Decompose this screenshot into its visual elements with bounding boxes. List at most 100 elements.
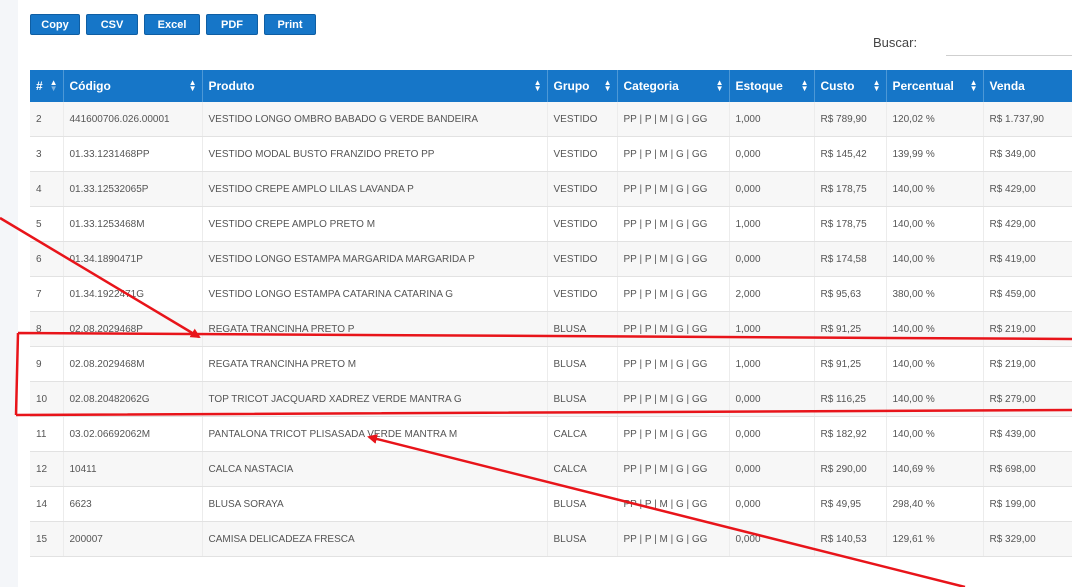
column-header-produto[interactable]: Produto ▲ ▼ (202, 70, 548, 102)
cell-estoque: 0,000 (729, 136, 815, 172)
cell-custo: R$ 178,75 (814, 206, 887, 242)
cell-index: 15 (30, 521, 64, 557)
cell-estoque: 2,000 (729, 276, 815, 312)
cell-estoque: 0,000 (729, 171, 815, 207)
cell-venda: R$ 219,00 (983, 346, 1072, 382)
cell-percentual: 140,00 % (886, 171, 984, 207)
cell-produto: VESTIDO CREPE AMPLO LILAS LAVANDA P (202, 171, 548, 207)
cell-estoque: 0,000 (729, 521, 815, 557)
cell-estoque: 1,000 (729, 206, 815, 242)
cell-index: 7 (30, 276, 64, 312)
sort-icon: ▲ ▼ (715, 78, 724, 93)
cell-percentual: 120,02 % (886, 102, 984, 137)
copy-button[interactable]: Copy (30, 14, 80, 35)
sort-asc-icon: ▲ ▼ (49, 78, 58, 93)
sort-icon: ▲ ▼ (800, 78, 809, 93)
cell-custo: R$ 91,25 (814, 346, 887, 382)
cell-venda: R$ 439,00 (983, 416, 1072, 452)
cell-grupo: VESTIDO (547, 102, 618, 137)
cell-produto: PANTALONA TRICOT PLISASADA VERDE MANTRA … (202, 416, 548, 452)
cell-venda: R$ 329,00 (983, 521, 1072, 557)
cell-percentual: 140,00 % (886, 311, 984, 347)
cell-codigo: 200007 (63, 521, 203, 557)
cell-categoria: PP | P | M | G | GG (617, 276, 730, 312)
table-row[interactable]: 3 01.33.1231468PP VESTIDO MODAL BUSTO FRAN… (30, 136, 1072, 172)
cell-categoria: PP | P | M | G | GG (617, 102, 730, 137)
table-row[interactable]: 5 01.33.1253468M VESTIDO CREPE AMPLO PRETO… (30, 206, 1072, 242)
column-header-custo[interactable]: Custo ▲ ▼ (814, 70, 887, 102)
column-header-codigo[interactable]: Código ▲ ▼ (63, 70, 203, 102)
pdf-button[interactable]: PDF (206, 14, 258, 35)
cell-produto: REGATA TRANCINHA PRETO M (202, 346, 548, 382)
cell-percentual: 139,99 % (886, 136, 984, 172)
cell-percentual: 129,61 % (886, 521, 984, 557)
csv-button[interactable]: CSV (86, 14, 138, 35)
cell-produto: REGATA TRANCINHA PRETO P (202, 311, 548, 347)
cell-venda: R$ 279,00 (983, 381, 1072, 417)
cell-custo: R$ 789,90 (814, 102, 887, 137)
cell-index: 5 (30, 206, 64, 242)
products-table: # ▲ ▼ Código ▲ ▼ Produto ▲ ▼ Grupo ▲ ▼ Categoria… (30, 70, 1072, 557)
cell-produto: TOP TRICOT JACQUARD XADREZ VERDE MANTRA … (202, 381, 548, 417)
cell-venda: R$ 219,00 (983, 311, 1072, 347)
cell-grupo: BLUSA (547, 311, 618, 347)
column-header-index[interactable]: # ▲ ▼ (30, 70, 64, 102)
cell-estoque: 0,000 (729, 451, 815, 487)
cell-index: 4 (30, 171, 64, 207)
column-header-estoque[interactable]: Estoque ▲ ▼ (729, 70, 815, 102)
table-row[interactable]: 15 200007 CAMISA DELICADEZA FRESCA BLUSA PP … (30, 521, 1072, 557)
table-row[interactable]: 14 6623 BLUSA SORAYA BLUSA PP | P | M | G | … (30, 486, 1072, 522)
table-row[interactable]: 9 02.08.2029468M REGATA TRANCINHA PRETO MB… (30, 346, 1072, 382)
sort-icon: ▲ ▼ (969, 78, 978, 93)
excel-button[interactable]: Excel (144, 14, 200, 35)
cell-categoria: PP | P | M | G | GG (617, 346, 730, 382)
table-row[interactable]: 4 01.33.12532065P VESTIDO CREPE AMPLO LILA… (30, 171, 1072, 207)
table-row[interactable]: 2 441600706.026.00001 VESTIDO LONGO OMBRO … (30, 102, 1072, 137)
sort-icon: ▲ ▼ (533, 78, 542, 93)
cell-index: 6 (30, 241, 64, 277)
cell-custo: R$ 290,00 (814, 451, 887, 487)
cell-codigo: 01.34.1922471G (63, 276, 203, 312)
cell-index: 8 (30, 311, 64, 347)
cell-custo: R$ 178,75 (814, 171, 887, 207)
cell-grupo: BLUSA (547, 521, 618, 557)
cell-custo: R$ 140,53 (814, 521, 887, 557)
cell-index: 11 (30, 416, 64, 452)
cell-categoria: PP | P | M | G | GG (617, 486, 730, 522)
search-input[interactable] (946, 27, 1072, 56)
cell-codigo: 10411 (63, 451, 203, 487)
cell-estoque: 0,000 (729, 241, 815, 277)
sort-icon: ▲ ▼ (872, 78, 881, 93)
column-header-grupo[interactable]: Grupo ▲ ▼ (547, 70, 618, 102)
cell-produto: VESTIDO LONGO ESTAMPA CATARINA CATARINA … (202, 276, 548, 312)
cell-categoria: PP | P | M | G | GG (617, 416, 730, 452)
cell-estoque: 1,000 (729, 346, 815, 382)
cell-percentual: 140,00 % (886, 381, 984, 417)
cell-venda: R$ 199,00 (983, 486, 1072, 522)
search-label: Buscar: (873, 35, 918, 50)
table-row[interactable]: 12 10411 CALCA NASTACIA CALCA PP | P | M | G… (30, 451, 1072, 487)
print-button[interactable]: Print (264, 14, 316, 35)
cell-grupo: VESTIDO (547, 171, 618, 207)
column-header-percentual[interactable]: Percentual ▲ ▼ (886, 70, 984, 102)
cell-percentual: 140,00 % (886, 206, 984, 242)
cell-categoria: PP | P | M | G | GG (617, 451, 730, 487)
table-row[interactable]: 10 02.08.20482062G TOP TRICOT JACQUARD XAD… (30, 381, 1072, 417)
cell-codigo: 441600706.026.00001 (63, 102, 203, 137)
cell-codigo: 01.33.1253468M (63, 206, 203, 242)
cell-index: 9 (30, 346, 64, 382)
cell-codigo: 02.08.2029468P (63, 311, 203, 347)
cell-produto: VESTIDO LONGO ESTAMPA MARGARIDA MARGARID… (202, 241, 548, 277)
cell-index: 10 (30, 381, 64, 417)
sort-icon: ▲ ▼ (603, 78, 612, 93)
sort-icon: ▲ ▼ (188, 78, 197, 93)
cell-produto: VESTIDO LONGO OMBRO BABADO G VERDE BANDE… (202, 102, 548, 137)
column-header-venda[interactable]: Venda▲▼ (983, 70, 1072, 102)
table-row[interactable]: 8 02.08.2029468P REGATA TRANCINHA PRETO PB… (30, 311, 1072, 347)
table-row[interactable]: 7 01.34.1922471G VESTIDO LONGO ESTAMPA CAT… (30, 276, 1072, 312)
cell-codigo: 02.08.2029468M (63, 346, 203, 382)
cell-index: 2 (30, 102, 64, 137)
table-row[interactable]: 11 03.02.06692062M PANTALONA TRICOT PLISAS… (30, 416, 1072, 452)
table-row[interactable]: 6 01.34.1890471P VESTIDO LONGO ESTAMPA MAR… (30, 241, 1072, 277)
column-header-categoria[interactable]: Categoria ▲ ▼ (617, 70, 730, 102)
